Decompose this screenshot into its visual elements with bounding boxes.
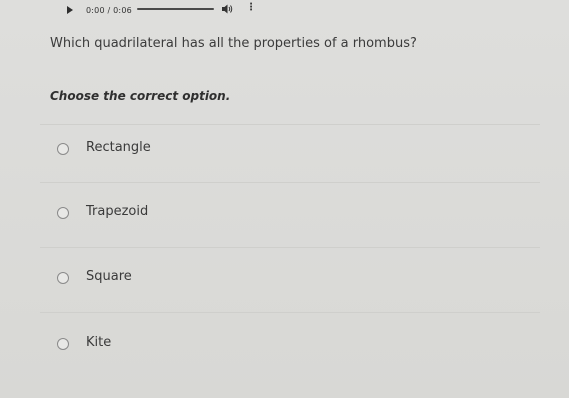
question-text: Which quadrilateral has all the properti… bbox=[50, 36, 417, 51]
divider bbox=[40, 312, 540, 313]
time-display: 0:00 / 0:06 bbox=[86, 5, 132, 15]
audio-player: 0:00 / 0:06 ⋮ bbox=[60, 0, 290, 20]
option-rectangle[interactable]: Rectangle bbox=[50, 134, 530, 166]
option-label: Trapezoid bbox=[86, 204, 149, 219]
option-kite[interactable]: Kite bbox=[50, 329, 530, 361]
instruction-text: Choose the correct option. bbox=[50, 89, 231, 103]
question-page: 0:00 / 0:06 ⋮ Which quadrilateral has al… bbox=[0, 0, 569, 398]
radio-unchecked-icon[interactable] bbox=[57, 338, 69, 350]
radio-unchecked-icon[interactable] bbox=[57, 207, 69, 219]
option-label: Rectangle bbox=[86, 140, 151, 155]
volume-icon[interactable] bbox=[220, 1, 234, 15]
radio-unchecked-icon[interactable] bbox=[57, 272, 69, 284]
progress-track[interactable] bbox=[137, 8, 214, 10]
radio-unchecked-icon[interactable] bbox=[57, 143, 69, 155]
option-label: Square bbox=[86, 269, 132, 284]
more-vertical-icon[interactable]: ⋮ bbox=[246, 2, 256, 16]
option-square[interactable]: Square bbox=[50, 263, 530, 295]
divider bbox=[40, 124, 540, 125]
divider bbox=[40, 182, 540, 183]
divider bbox=[40, 247, 540, 248]
option-label: Kite bbox=[86, 335, 112, 350]
play-icon[interactable] bbox=[67, 6, 73, 14]
option-trapezoid[interactable]: Trapezoid bbox=[50, 198, 530, 230]
